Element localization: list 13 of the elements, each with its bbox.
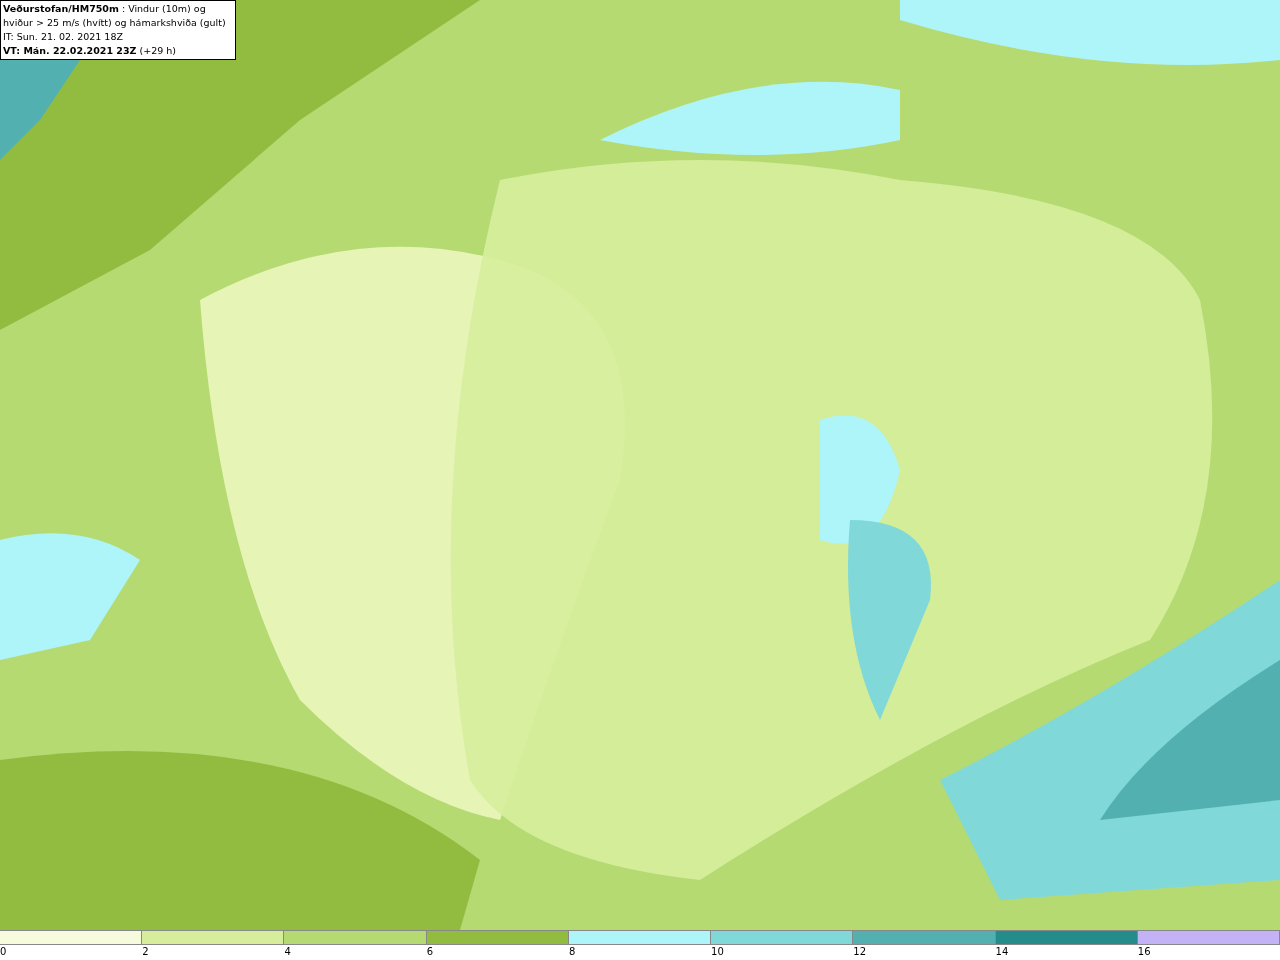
- legend-tick-label: 16: [1137, 945, 1151, 959]
- legend-tick-label: 4: [284, 945, 291, 959]
- legend-tick-label: 8: [568, 945, 576, 959]
- legend-tick-label: 12: [853, 945, 867, 959]
- title-line: Veðurstofan/HM750m : Vindur (10m) og: [3, 2, 207, 16]
- legend-tick-label: 6: [426, 945, 434, 959]
- title-line: IT: Sun. 21. 02. 2021 18Z: [3, 30, 124, 44]
- legend-tick-label: 2: [142, 945, 149, 959]
- legend-tick-label: 10: [711, 945, 724, 959]
- title-line: hviður > 25 m/s (hvítt) og hámarkshviða (gult): [3, 16, 227, 30]
- legend-tick-label: 0: [0, 945, 7, 959]
- legend-tick-label: 14: [995, 945, 1009, 959]
- title-line: VT: Mán. 22.02.2021 23Z (+29 h): [3, 44, 177, 58]
